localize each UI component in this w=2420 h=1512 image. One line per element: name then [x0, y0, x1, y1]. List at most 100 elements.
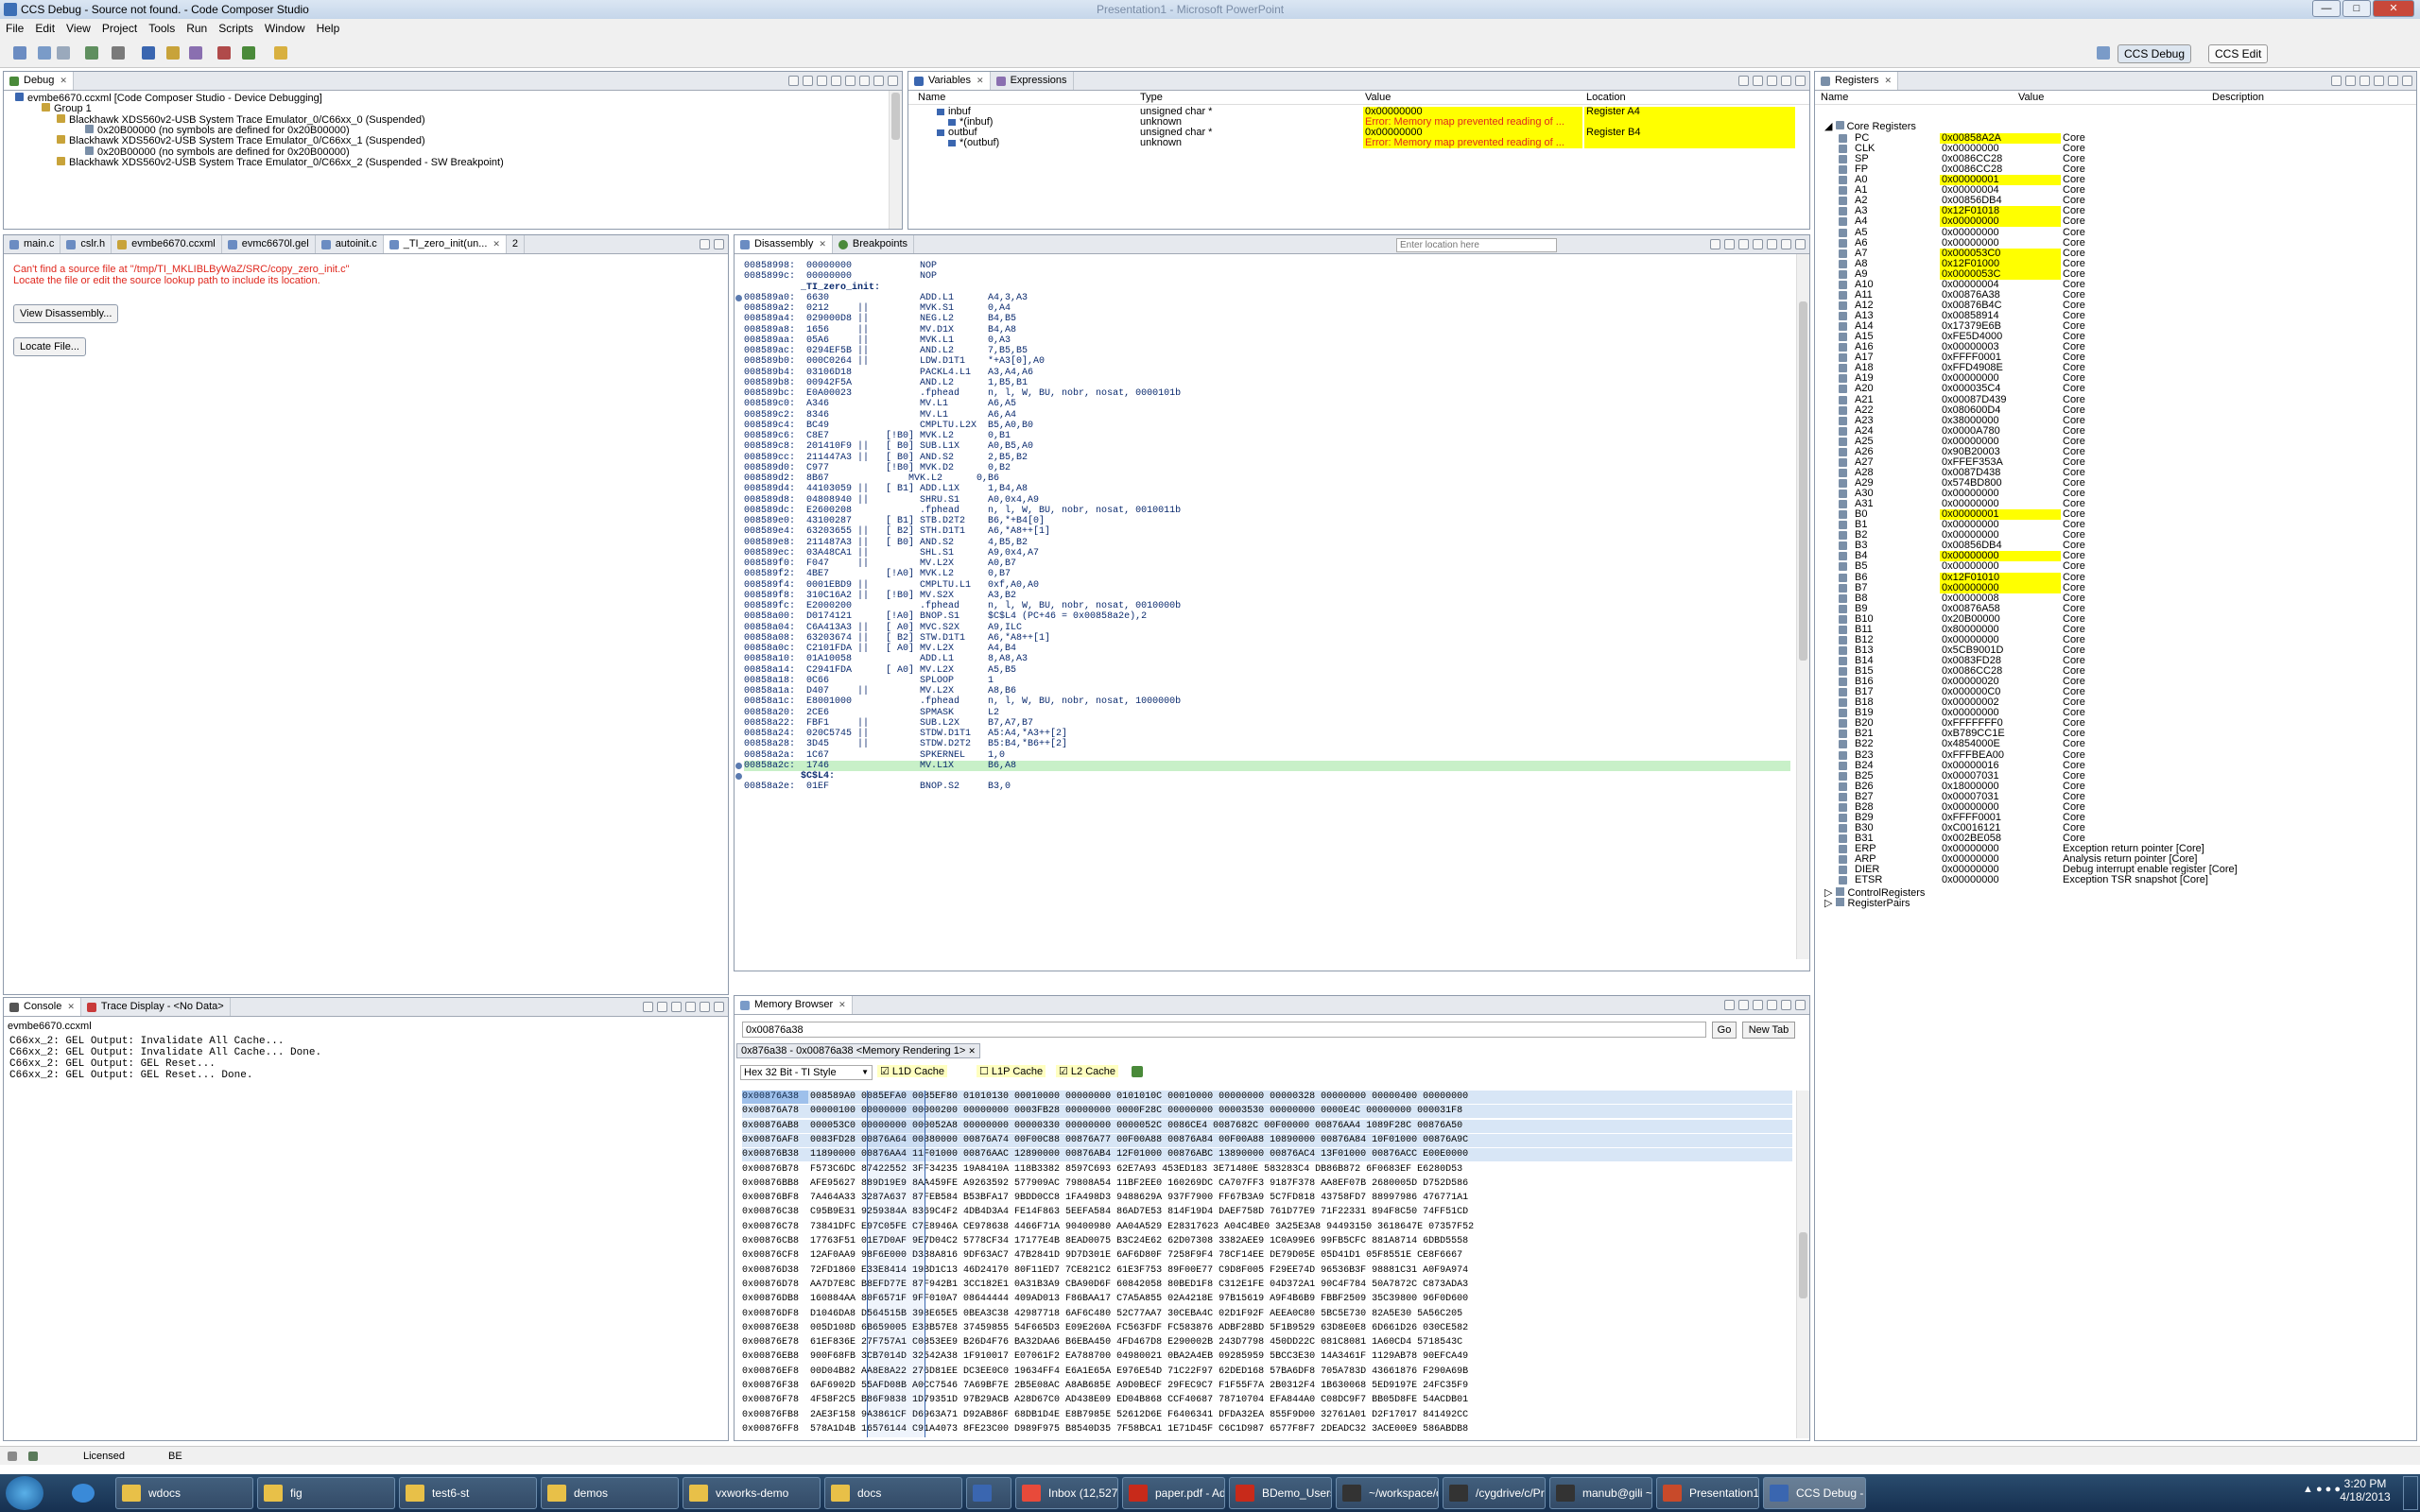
minimize-view-icon[interactable] — [700, 1002, 710, 1012]
register-row[interactable]: B30 0xC0016121 Core — [1815, 822, 2416, 833]
load-memory-icon[interactable] — [1753, 1000, 1763, 1010]
disassembly-line[interactable]: 008589e8: 211487A3 || [ B0] AND.S2 4,B5,… — [744, 538, 1790, 548]
disassembly-label[interactable]: $C$L4: — [744, 771, 1790, 782]
disassembly-line[interactable]: 008589d4: 44103059 || [ B1] ADD.L1X 1,B4… — [744, 484, 1790, 494]
tab-registers[interactable]: Registers ✕ — [1815, 72, 1899, 90]
col-type[interactable]: Type — [1140, 91, 1163, 105]
disassembly-line[interactable]: 008589b0: 000C0264 || LDW.D1T1 *+A3[0],A… — [744, 356, 1790, 367]
register-row[interactable]: B0 0x00000001 Core — [1815, 509, 2416, 521]
load-program-icon[interactable] — [189, 46, 202, 60]
register-row[interactable]: B11 0x80000000 Core — [1815, 624, 2416, 635]
disassembly-line[interactable]: 008589b4: 03106D18 PACKL4.L1 A3,A4,A6 — [744, 368, 1790, 378]
register-row[interactable]: PC 0x00858A2A Core — [1815, 133, 2416, 144]
disassembly-line[interactable]: 00858a14: C2941FDA [ A0] MV.L2X A5,B5 — [744, 665, 1790, 676]
disassembly-line[interactable]: 008589dc: E2600208 .fphead n, l, W, BU, … — [744, 506, 1790, 516]
editor-tab[interactable]: evmc6670l.gel — [222, 235, 316, 253]
disassembly-line[interactable]: 00858a2a: 1C67 SPKERNEL 1,0 — [744, 750, 1790, 761]
save-memory-icon[interactable] — [1738, 1000, 1749, 1010]
taskbar-item[interactable]: Presentation1 - ... — [1656, 1477, 1759, 1509]
close-tab-icon[interactable]: ✕ — [977, 72, 984, 90]
disassembly-line[interactable]: 008589a8: 1656 || MV.D1X B4,A8 — [744, 325, 1790, 335]
col-reg-name[interactable]: Name — [1821, 91, 1848, 105]
disassembly-line[interactable]: 008589f4: 0001EBD9 || CMPLTU.L1 0xf,A0,A… — [744, 580, 1790, 591]
maximize-view-icon[interactable] — [1795, 1000, 1806, 1010]
register-row[interactable]: A4 0x00000000 Core — [1815, 216, 2416, 228]
menu-tools[interactable]: Tools — [143, 22, 181, 35]
new-icon[interactable] — [13, 46, 26, 60]
disassembly-line[interactable]: 00858998: 00000000 NOP — [744, 261, 1790, 271]
disassembly-label[interactable]: _TI_zero_init: — [744, 283, 1790, 293]
register-row[interactable]: A19 0x00000000 Core — [1815, 373, 2416, 384]
maximize-view-icon[interactable] — [2402, 76, 2412, 86]
go-to-pc-icon[interactable] — [1710, 239, 1720, 249]
menu-run[interactable]: Run — [181, 22, 213, 35]
variable-row[interactable]: inbuf unsigned char * 0x00000000 Register A… — [908, 107, 1809, 117]
minimize-view-icon[interactable] — [873, 76, 884, 86]
editor-tab[interactable]: 2 — [507, 235, 526, 253]
register-value[interactable]: 0x12F01010 — [1940, 572, 2061, 583]
disassembly-line[interactable]: 00858a2c: 1746 MV.L1X B6,A8 — [744, 760, 1790, 771]
disassembly-line[interactable]: 008589c0: A346 MV.L1 A6,A5 — [744, 399, 1790, 409]
register-row[interactable]: B5 0x00000000 Core — [1815, 561, 2416, 572]
register-row[interactable]: B6 0x12F01010 Core — [1815, 572, 2416, 583]
disassembly-line[interactable]: 008589fc: E2000200 .fphead n, l, W, BU, … — [744, 601, 1790, 611]
perspective-ccs-edit[interactable]: CCS Edit — [2208, 44, 2269, 63]
register-row[interactable]: B20 0xFFFFFFF0 Core — [1815, 718, 2416, 729]
disassembly-line[interactable]: 00858a20: 2CE6 SPMASK L2 — [744, 708, 1790, 718]
register-value[interactable]: 0xFFFBEA00 — [1940, 749, 2061, 761]
register-row[interactable]: B14 0x0083FD28 Core — [1815, 656, 2416, 666]
taskbar-item[interactable]: BDemo_Users_M... — [1229, 1477, 1332, 1509]
disassembly-line[interactable]: 008589e0: 43100287 [ B1] STB.D2T2 B6,*+B… — [744, 516, 1790, 526]
register-row[interactable]: A28 0x0087D438 Core — [1815, 467, 2416, 478]
step-return-icon[interactable] — [859, 76, 870, 86]
register-row[interactable]: B15 0x0086CC28 Core — [1815, 666, 2416, 677]
disassembly-line[interactable]: 008589bc: E0A00023 .fphead n, l, W, BU, … — [744, 388, 1790, 399]
col-reg-value[interactable]: Value — [2018, 91, 2044, 105]
disassembly-line[interactable]: 00858a24: 020C5745 || STDW.D1T1 A5:A4,*A… — [744, 729, 1790, 739]
taskbar-item[interactable]: wdocs — [115, 1477, 253, 1509]
register-row[interactable]: A29 0x574BD800 Core — [1815, 477, 2416, 489]
register-row[interactable]: SP 0x0086CC28 Core — [1815, 154, 2416, 164]
menu-window[interactable]: Window — [259, 22, 311, 35]
disassembly-line[interactable]: 0085899c: 00000000 NOP — [744, 271, 1790, 282]
step-over-icon[interactable] — [845, 76, 856, 86]
register-value[interactable]: 0x4854000E — [1940, 739, 2061, 749]
register-value[interactable]: 0x00000000 — [1940, 227, 2061, 238]
refresh-icon[interactable] — [2331, 76, 2342, 86]
tab-console[interactable]: Console ✕ — [4, 998, 81, 1016]
disassembly-line[interactable]: 008589c8: 201410F9 || [ B0] SUB.L1X A0,B… — [744, 441, 1790, 452]
menu-help[interactable]: Help — [311, 22, 346, 35]
breakpoint-marker-icon[interactable] — [735, 773, 742, 780]
l1d-cache-toggle[interactable]: ☑ L1D Cache — [877, 1065, 947, 1077]
menu-edit[interactable]: Edit — [29, 22, 60, 35]
show-source-icon[interactable] — [1738, 239, 1749, 249]
register-row[interactable]: B2 0x00000000 Core — [1815, 530, 2416, 541]
register-value[interactable]: 0x00087D439 — [1940, 394, 2061, 405]
col-location[interactable]: Location — [1586, 91, 1626, 105]
disassembly-line[interactable]: 00858a2e: 01EF BNOP.S2 B3,0 — [744, 782, 1790, 792]
minimize-view-icon[interactable] — [700, 239, 710, 249]
register-row[interactable]: A11 0x00876A38 Core — [1815, 289, 2416, 301]
disassembly-line[interactable]: 00858a18: 0C66 SPLOOP 1 — [744, 676, 1790, 686]
taskbar-item[interactable]: vxworks-demo — [683, 1477, 821, 1509]
disassembly-line[interactable]: 008589c6: C8E7 [!B0] MVK.L2 0,B1 — [744, 431, 1790, 441]
register-row[interactable]: A25 0x00000000 Core — [1815, 436, 2416, 447]
refresh-icon[interactable] — [1724, 1000, 1735, 1010]
tab-trace-display[interactable]: Trace Display - <No Data> — [81, 998, 231, 1016]
scroll-lock-icon[interactable] — [657, 1002, 667, 1012]
register-row[interactable]: ETSR 0x00000000 Exception TSR snapshot [Co… — [1815, 875, 2416, 885]
register-row[interactable]: A2 0x00856DB4 Core — [1815, 196, 2416, 206]
register-row[interactable]: B24 0x00000016 Core — [1815, 760, 2416, 771]
minimize-view-icon[interactable] — [1781, 76, 1791, 86]
register-row[interactable]: B19 0x00000000 Core — [1815, 708, 2416, 718]
close-button[interactable]: ✕ — [2373, 0, 2414, 17]
register-row[interactable]: A8 0x12F01000 Core — [1815, 258, 2416, 269]
register-row[interactable]: A10 0x00000004 Core — [1815, 279, 2416, 290]
core-registers-group[interactable]: ◢ Core Registers — [1824, 120, 1916, 132]
disassembly-line[interactable]: 00858a28: 3D45 || STDW.D2T2 B5:B4,*B6++[… — [744, 739, 1790, 749]
register-row[interactable]: B1 0x00000000 Core — [1815, 520, 2416, 530]
save-icon[interactable] — [38, 46, 51, 60]
register-row[interactable]: A1 0x00000004 Core — [1815, 185, 2416, 196]
disassembly-line[interactable]: 008589ac: 0294EF5B || AND.L2 7,B5,B5 — [744, 346, 1790, 356]
cache-refresh-icon[interactable] — [1132, 1066, 1143, 1077]
